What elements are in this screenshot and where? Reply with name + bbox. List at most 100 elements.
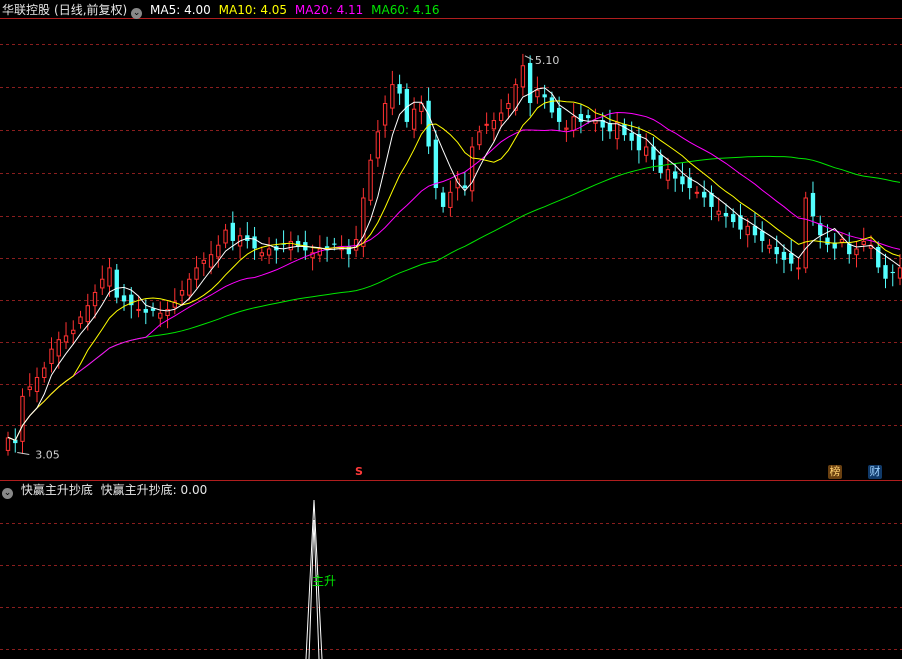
candle-body (382, 103, 388, 126)
low-pointer (17, 452, 30, 456)
stock-name[interactable]: 华联控股 (2, 3, 50, 17)
candle-body (332, 243, 337, 245)
candle-body (527, 62, 533, 104)
candle-body (114, 269, 119, 298)
candle-body (731, 214, 736, 223)
indicator-value: 快赢主升抄底: 0.00 (100, 483, 208, 497)
candle-body (266, 248, 272, 256)
candle-body (498, 112, 504, 122)
cai-badge[interactable]: 财 (868, 465, 882, 479)
candle-body (433, 139, 439, 189)
candle-body (477, 131, 482, 146)
ma10-value: MA10: 4.05 (218, 3, 288, 17)
candle-body (556, 107, 562, 122)
candle-body (20, 395, 25, 442)
candle-body (484, 123, 489, 126)
candle-body (629, 132, 634, 141)
candle-body (883, 265, 888, 279)
stock-chart: 5.10 3.05 主升 (0, 18, 902, 659)
candle-body (361, 197, 366, 247)
candle-body (194, 267, 199, 280)
candle-body (85, 305, 90, 323)
candle-body (78, 316, 83, 324)
candle-body (723, 212, 729, 217)
candle-body (781, 251, 787, 260)
candle-body (27, 386, 32, 391)
signal-label: 主升 (312, 574, 336, 588)
candle-body (535, 89, 540, 98)
candle-body (136, 308, 141, 311)
signal-spike-inner (308, 519, 320, 659)
candle-body (448, 191, 453, 208)
candle-body (796, 267, 801, 270)
candle-body (179, 290, 185, 296)
candle-body (745, 225, 750, 236)
candle-body (368, 159, 373, 201)
low-price-label: 3.05 (35, 449, 60, 462)
candle-body (375, 131, 381, 159)
indicator-name[interactable]: 快赢主升抄底 (21, 483, 93, 497)
candle-body (716, 210, 721, 215)
candle-body (810, 192, 816, 217)
candle-body (462, 185, 468, 189)
candle-body (92, 291, 98, 307)
candle-body (288, 240, 294, 251)
indicator-header: ⌄ 快赢主升抄底 快赢主升抄底: 0.00 (2, 483, 211, 499)
candle-body (107, 267, 112, 287)
candle-body (658, 155, 663, 173)
candle-body (890, 271, 895, 274)
candle-body (121, 295, 127, 302)
ma10-line (7, 100, 901, 441)
main-header: 华联控股 (日线,前复权) ⌄ MA5: 4.00 MA10: 4.05 MA20:… (2, 3, 444, 19)
candle-body (542, 94, 547, 98)
candle-body (673, 171, 678, 179)
candle-body (622, 124, 627, 136)
candle-body (825, 237, 830, 245)
candle-body (767, 244, 772, 249)
candle-body (789, 253, 794, 264)
candle-body (585, 115, 591, 119)
candle-body (702, 191, 707, 198)
candle-body (564, 127, 569, 130)
ma60-value: MA60: 4.16 (371, 3, 440, 17)
period-mode: (日线,前复权) (54, 3, 128, 17)
high-price-label: 5.10 (535, 54, 560, 67)
candle-body (680, 176, 685, 185)
candle-body (491, 120, 497, 130)
candle-body (644, 146, 649, 156)
candle-body (549, 97, 555, 113)
candle-body (426, 100, 431, 147)
ma20-line (7, 111, 901, 441)
candle-body (571, 116, 576, 131)
candle-body (803, 197, 808, 269)
candle-body (854, 248, 859, 256)
candle-body (100, 278, 105, 289)
candle-body (520, 65, 526, 88)
candle-body (42, 367, 47, 378)
candle-body (34, 376, 40, 392)
candle-body (259, 252, 264, 257)
candle-body (143, 308, 148, 313)
s-marker[interactable]: S (352, 465, 366, 479)
candle-body (49, 348, 54, 364)
candle-body (230, 222, 235, 241)
candle-body (390, 84, 395, 109)
options-icon[interactable]: ⌄ (131, 8, 143, 19)
candle-body (411, 108, 417, 130)
candle-body (223, 229, 228, 244)
candle-body (187, 278, 192, 296)
bang-badge[interactable]: 榜 (828, 465, 842, 479)
ma5-value: MA5: 4.00 (150, 3, 211, 17)
candle-body (201, 259, 206, 264)
candle-body (397, 84, 402, 94)
candle-body (208, 254, 214, 268)
candle-body (839, 239, 845, 243)
candle-body (56, 339, 61, 357)
options-icon[interactable]: ⌄ (2, 488, 13, 499)
candle-body (5, 437, 11, 451)
candle-body (694, 191, 700, 194)
candle-body (216, 244, 221, 258)
high-pointer (524, 55, 534, 61)
candle-body (252, 236, 257, 249)
candle-body (665, 169, 671, 181)
